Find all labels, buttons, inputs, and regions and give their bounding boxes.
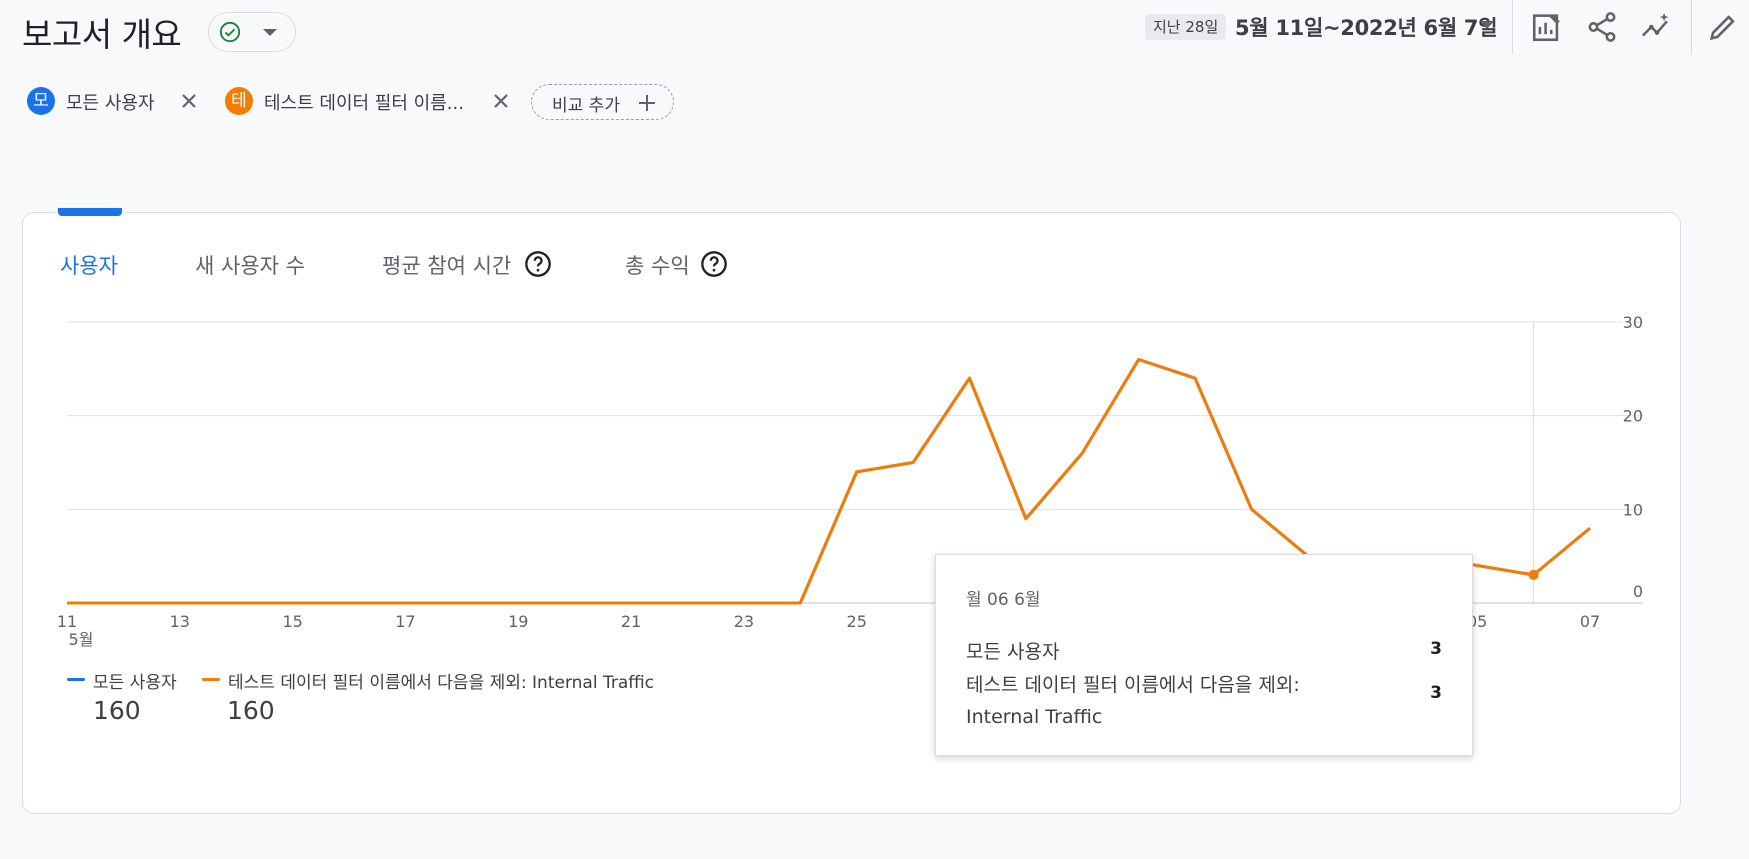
y-tick-label: 30 bbox=[1623, 313, 1643, 332]
x-tick-label: 25 bbox=[847, 612, 867, 631]
y-tick-label: 0 bbox=[1633, 582, 1643, 601]
x-tick-label: 17 bbox=[395, 612, 415, 631]
legend-label: 모든 사용자 bbox=[93, 673, 177, 693]
x-month-label: 5월 bbox=[69, 630, 94, 649]
chart-tooltip: 월 06 6월 모든 사용자 3 테스트 데이터 필터 이름에서 다음을 제외:… bbox=[935, 554, 1473, 756]
x-tick-label: 07 bbox=[1580, 612, 1600, 631]
x-tick-label: 15 bbox=[282, 612, 302, 631]
legend-swatch bbox=[67, 678, 85, 681]
tooltip-date: 월 06 6월 bbox=[966, 590, 1041, 610]
users-line-chart: 01020301113151719212325272931010305075월6… bbox=[57, 313, 1643, 649]
tooltip-row-value: 3 bbox=[1430, 639, 1442, 659]
tooltip-row-label: 테스트 데이터 필터 이름에서 다음을 제외: Internal Traffic bbox=[966, 674, 1300, 728]
x-tick-label: 13 bbox=[170, 612, 190, 631]
data-point bbox=[1528, 569, 1539, 580]
legend-total: 160 bbox=[227, 696, 275, 725]
x-tick-label: 21 bbox=[621, 612, 641, 631]
legend-swatch bbox=[202, 678, 220, 681]
x-tick-label: 23 bbox=[734, 612, 754, 631]
x-tick-label: 11 bbox=[57, 612, 77, 631]
legend-label: 테스트 데이터 필터 이름에서 다음을 제외: Internal Traffic bbox=[228, 673, 655, 693]
y-tick-label: 20 bbox=[1623, 407, 1643, 426]
y-tick-label: 10 bbox=[1623, 500, 1643, 519]
tooltip-row-value: 3 bbox=[1430, 683, 1442, 703]
x-tick-label: 19 bbox=[508, 612, 528, 631]
tooltip-row-label: 모든 사용자 bbox=[966, 641, 1060, 663]
legend-total: 160 bbox=[93, 696, 141, 725]
